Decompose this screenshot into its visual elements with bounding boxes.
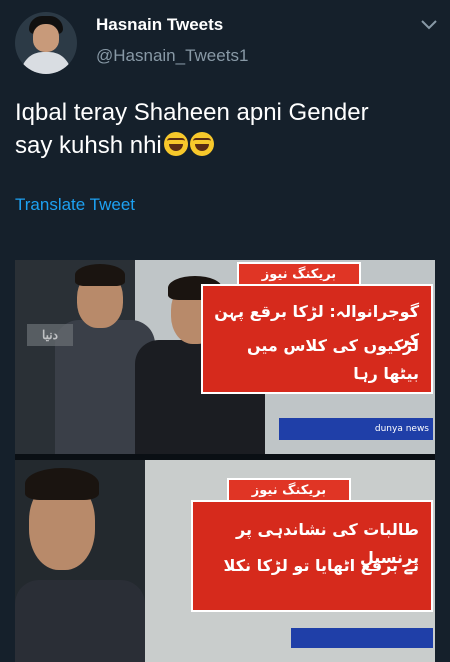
tweet-text-line-2: say kuhsh nhi (15, 129, 435, 162)
tears-of-joy-emoji-icon (163, 132, 188, 156)
person-body (15, 580, 145, 662)
tweet-media-image[interactable]: دنیا بریکنگ نیوز گوجرانوالہ: لڑکا برقع پ… (15, 260, 435, 662)
news-frame-bottom: بریکنگ نیوز طالبات کی نشاندہی پر پرنسپل … (15, 460, 435, 662)
tweet-card: Hasnain Tweets @Hasnain_Tweets1 Iqbal te… (0, 0, 450, 662)
avatar[interactable] (15, 12, 77, 74)
news-ticker: dunya news (279, 418, 433, 440)
person-hair (25, 468, 99, 500)
breaking-news-line-2: نے برقع اٹھایا تو لڑکا نکلا (223, 556, 419, 575)
news-frame-top: دنیا بریکنگ نیوز گوجرانوالہ: لڑکا برقع پ… (15, 260, 435, 454)
chevron-down-icon[interactable] (420, 18, 438, 32)
channel-logo: دنیا (27, 324, 73, 346)
avatar-body (21, 52, 71, 74)
breaking-news-tab: بریکنگ نیوز (237, 262, 361, 286)
breaking-news-line-2: لڑکیوں کی کلاس میں بیٹھا رہا (246, 336, 419, 383)
news-ticker-bar (291, 628, 433, 648)
tweet-text-line-2-words: say kuhsh nhi (15, 132, 162, 159)
display-name[interactable]: Hasnain Tweets (96, 15, 223, 35)
translate-tweet-link[interactable]: Translate Tweet (15, 195, 135, 215)
tears-of-joy-emoji-icon (189, 132, 214, 156)
person-hair (75, 264, 125, 286)
tweet-text-line-1: Iqbal teray Shaheen apni Gender (15, 99, 369, 126)
tweet-text: Iqbal teray Shaheen apni Gender say kuhs… (15, 96, 435, 162)
user-handle[interactable]: @Hasnain_Tweets1 (96, 46, 248, 66)
avatar-face (33, 24, 59, 52)
breaking-news-tab: بریکنگ نیوز (227, 478, 351, 502)
